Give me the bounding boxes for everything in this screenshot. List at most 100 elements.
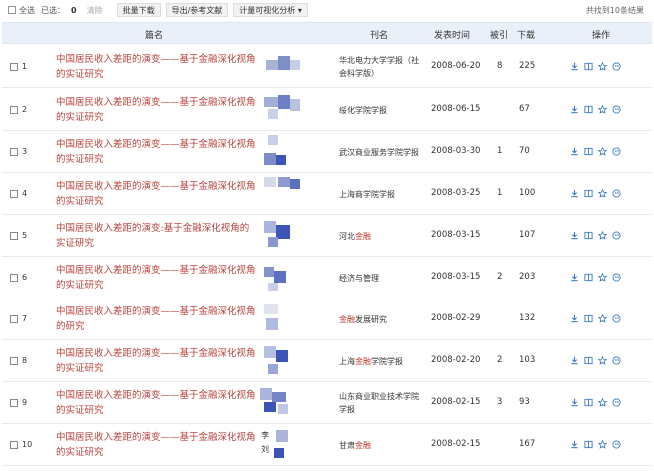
cite-icon[interactable]	[612, 314, 621, 323]
favorite-icon[interactable]	[598, 440, 607, 449]
header-source[interactable]: 刊名	[370, 28, 388, 41]
article-title-link[interactable]: 中国居民收入差距的演变——基于金融深化视角的研究	[56, 304, 256, 334]
article-title-link[interactable]: 中国居民收入差距的演变——基于金融深化视角的实证研究	[56, 137, 256, 167]
batch-download-button[interactable]: 批量下载	[116, 3, 161, 17]
row-checkbox[interactable]	[10, 315, 18, 323]
favorite-icon[interactable]	[598, 398, 607, 407]
source-link[interactable]: 华北电力大学学报（社会科学版）	[339, 54, 423, 80]
header-title[interactable]: 篇名	[145, 28, 163, 41]
visual-analysis-button[interactable]: 计量可视化分析 ▾	[233, 3, 308, 17]
source-link[interactable]: 金融发展研究	[339, 313, 423, 326]
read-icon[interactable]	[584, 231, 593, 240]
article-title-link[interactable]: 中国居民收入差距的演变——基于金融深化视角的实证研究	[56, 263, 256, 293]
cite-icon[interactable]	[612, 147, 621, 156]
article-title-link[interactable]: 中国居民收入差距的演变——基于金融深化视角的实证研究	[56, 430, 256, 460]
header-downloads[interactable]: 下载	[517, 28, 535, 41]
read-icon[interactable]	[584, 398, 593, 407]
source-link[interactable]: 甘肃金融	[339, 439, 423, 452]
read-icon[interactable]	[584, 356, 593, 365]
header-date[interactable]: 发表时间	[434, 28, 470, 41]
download-count: 203	[519, 272, 536, 282]
row-checkbox[interactable]	[10, 441, 18, 449]
cite-icon[interactable]	[612, 231, 621, 240]
favorite-icon[interactable]	[598, 189, 607, 198]
cited-count[interactable]: 1	[497, 188, 502, 198]
row-checkbox[interactable]	[10, 148, 18, 156]
download-icon[interactable]	[570, 147, 579, 156]
download-icon[interactable]	[570, 189, 579, 198]
favorite-icon[interactable]	[598, 147, 607, 156]
read-icon[interactable]	[584, 314, 593, 323]
row-checkbox[interactable]	[10, 190, 18, 198]
author-redaction	[268, 109, 278, 119]
cite-icon[interactable]	[612, 105, 621, 114]
author-redaction	[260, 388, 272, 400]
select-all-label[interactable]: 全选	[19, 5, 35, 16]
cite-icon[interactable]	[612, 398, 621, 407]
favorite-icon[interactable]	[598, 356, 607, 365]
row-number: 9	[22, 398, 28, 407]
cited-count[interactable]: 3	[497, 397, 502, 407]
cite-icon[interactable]	[612, 273, 621, 282]
author-redaction	[276, 225, 290, 239]
download-icon[interactable]	[570, 398, 579, 407]
row-checkbox[interactable]	[10, 106, 18, 114]
download-icon[interactable]	[570, 231, 579, 240]
cited-count[interactable]: 2	[497, 355, 502, 365]
source-link[interactable]: 绥化学院学报	[339, 104, 423, 117]
source-link[interactable]: 武汉商业服务学院学报	[339, 146, 423, 159]
header-cited[interactable]: 被引	[490, 28, 508, 41]
article-title-link[interactable]: 中国居民收入差距的演变——基于金融深化视角的实证研究	[56, 388, 256, 418]
article-title-link[interactable]: 中国居民收入差距的演变:基于金融深化视角的实证研究	[56, 221, 256, 251]
table-row: 6 中国居民收入差距的演变——基于金融深化视角的实证研究 经济与管理 2008-03-…	[2, 257, 652, 299]
download-icon[interactable]	[570, 273, 579, 282]
download-icon[interactable]	[570, 314, 579, 323]
favorite-icon[interactable]	[598, 314, 607, 323]
read-icon[interactable]	[584, 189, 593, 198]
read-icon[interactable]	[584, 147, 593, 156]
favorite-icon[interactable]	[598, 105, 607, 114]
read-icon[interactable]	[584, 273, 593, 282]
source-link[interactable]: 河北金融	[339, 230, 423, 243]
article-title-link[interactable]: 中国居民收入差距的演变——基于金融深化视角的实证研究	[56, 346, 256, 376]
cited-count[interactable]: 1	[497, 146, 502, 156]
cite-icon[interactable]	[612, 62, 621, 71]
cite-icon[interactable]	[612, 440, 621, 449]
publish-date: 2008-03-25	[431, 188, 481, 198]
read-icon[interactable]	[584, 105, 593, 114]
source-link[interactable]: 山东商业职业技术学院学报	[339, 390, 423, 416]
read-icon[interactable]	[584, 440, 593, 449]
row-checkbox[interactable]	[10, 274, 18, 282]
row-checkbox[interactable]	[10, 399, 18, 407]
cite-icon[interactable]	[612, 189, 621, 198]
download-icon[interactable]	[570, 62, 579, 71]
download-icon[interactable]	[570, 105, 579, 114]
cited-count[interactable]: 2	[497, 272, 502, 282]
favorite-icon[interactable]	[598, 62, 607, 71]
read-icon[interactable]	[584, 62, 593, 71]
source-link[interactable]: 经济与管理	[339, 272, 423, 285]
author-redaction	[268, 364, 278, 374]
row-checkbox[interactable]	[10, 357, 18, 365]
select-all-checkbox[interactable]	[8, 6, 16, 14]
table-row: 1 中国居民收入差距的演变——基于金融深化视角的实证研究 华北电力大学学报（社会科学…	[2, 46, 652, 88]
favorite-icon[interactable]	[598, 231, 607, 240]
clear-link[interactable]: 清除	[87, 5, 103, 16]
source-text: 绥化学院学报	[339, 106, 387, 115]
article-title-link[interactable]: 中国居民收入差距的演变——基于金融深化视角的实证研究	[56, 52, 256, 82]
source-link[interactable]: 上海商学院学报	[339, 188, 423, 201]
row-checkbox[interactable]	[10, 63, 18, 71]
row-checkbox[interactable]	[10, 232, 18, 240]
download-count: 93	[519, 397, 530, 407]
source-link[interactable]: 上海金融学院学报	[339, 355, 423, 368]
publish-date: 2008-02-20	[431, 355, 481, 365]
author-redaction	[274, 448, 284, 458]
favorite-icon[interactable]	[598, 273, 607, 282]
article-title-link[interactable]: 中国居民收入差距的演变——基于金融深化视角的实证研究	[56, 179, 256, 209]
cite-icon[interactable]	[612, 356, 621, 365]
cited-count[interactable]: 8	[497, 61, 502, 71]
download-icon[interactable]	[570, 356, 579, 365]
article-title-link[interactable]: 中国居民收入差距的演变——基于金融深化视角的实证研究	[56, 95, 256, 125]
export-references-button[interactable]: 导出/参考文献	[165, 3, 229, 17]
download-icon[interactable]	[570, 440, 579, 449]
